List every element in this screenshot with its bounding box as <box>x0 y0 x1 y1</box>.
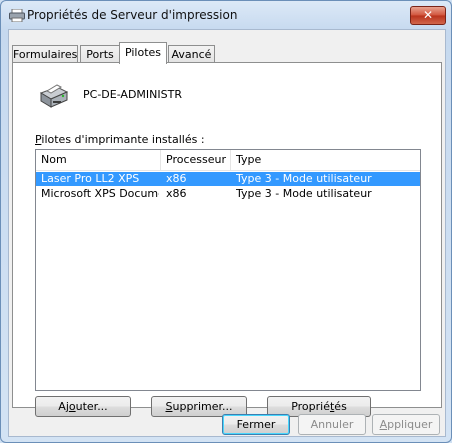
tab-label: Ports <box>86 48 114 61</box>
driver-processor: x86 <box>166 172 187 185</box>
btn-text: Fermer <box>236 418 276 431</box>
dialog-client: Formulaires Ports Pilotes Avancé PC-DE-A… <box>8 29 446 437</box>
driver-row[interactable]: Laser Pro LL2 XPS x86 Type 3 - Mode util… <box>36 172 420 186</box>
tab-label: Formulaires <box>13 48 78 61</box>
btn-text: Annuler <box>310 418 354 431</box>
column-header-nom[interactable]: Nom <box>36 150 161 170</box>
driver-name: Laser Pro LL2 XPS <box>41 172 140 185</box>
hotkey: o <box>68 400 76 413</box>
tab-ports[interactable]: Ports <box>80 45 120 63</box>
list-header: Nom Processeur Type <box>36 150 420 171</box>
btn-text: és <box>334 400 347 413</box>
btn-text: upprimer... <box>172 400 233 413</box>
btn-text: ppliquer <box>387 418 433 431</box>
btn-text: Aj <box>58 400 69 413</box>
column-header-type[interactable]: Type <box>231 150 420 170</box>
printer-server-icon <box>39 84 69 108</box>
title-bar[interactable]: Propriétés de Serveur d'impression ✕ <box>1 1 451 29</box>
close-button[interactable]: ✕ <box>410 6 446 25</box>
tab-avance[interactable]: Avancé <box>168 45 215 63</box>
apply-button[interactable]: Appliquer <box>372 414 440 435</box>
drivers-panel: PC-DE-ADMINISTR Pilotes d'imprimante ins… <box>12 62 442 417</box>
add-button[interactable]: Ajouter... <box>35 396 131 417</box>
drivers-list-label: Pilotes d'imprimante installés : <box>35 133 205 146</box>
tab-label: Avancé <box>171 48 212 61</box>
printer-icon <box>9 9 25 22</box>
hotkey: A <box>379 418 388 431</box>
label-text: ilotes d'imprimante installés : <box>41 133 205 146</box>
driver-type: Type 3 - Mode utilisateur <box>236 172 372 185</box>
column-header-processeur[interactable]: Processeur <box>161 150 231 170</box>
driver-row[interactable]: Microsoft XPS Documen... x86 Type 3 - Mo… <box>36 187 420 201</box>
driver-type: Type 3 - Mode utilisateur <box>236 187 372 200</box>
drivers-listview[interactable]: Nom Processeur Type Laser Pro LL2 XPS x8… <box>35 149 421 391</box>
close-icon: ✕ <box>422 8 434 22</box>
btn-text: Proprié <box>291 400 330 413</box>
dialog-window: Propriétés de Serveur d'impression ✕ For… <box>0 0 452 443</box>
driver-processor: x86 <box>166 187 187 200</box>
btn-text: uter... <box>75 400 108 413</box>
server-name: PC-DE-ADMINISTR <box>83 88 182 101</box>
window-title: Propriétés de Serveur d'impression <box>27 8 238 22</box>
cancel-button[interactable]: Annuler <box>298 414 366 435</box>
close-dialog-button[interactable]: Fermer <box>222 414 290 435</box>
tab-label: Pilotes <box>124 46 162 59</box>
tab-formulaires[interactable]: Formulaires <box>12 45 78 63</box>
driver-name: Microsoft XPS Documen... <box>41 187 159 200</box>
tab-pilotes[interactable]: Pilotes <box>119 42 167 64</box>
